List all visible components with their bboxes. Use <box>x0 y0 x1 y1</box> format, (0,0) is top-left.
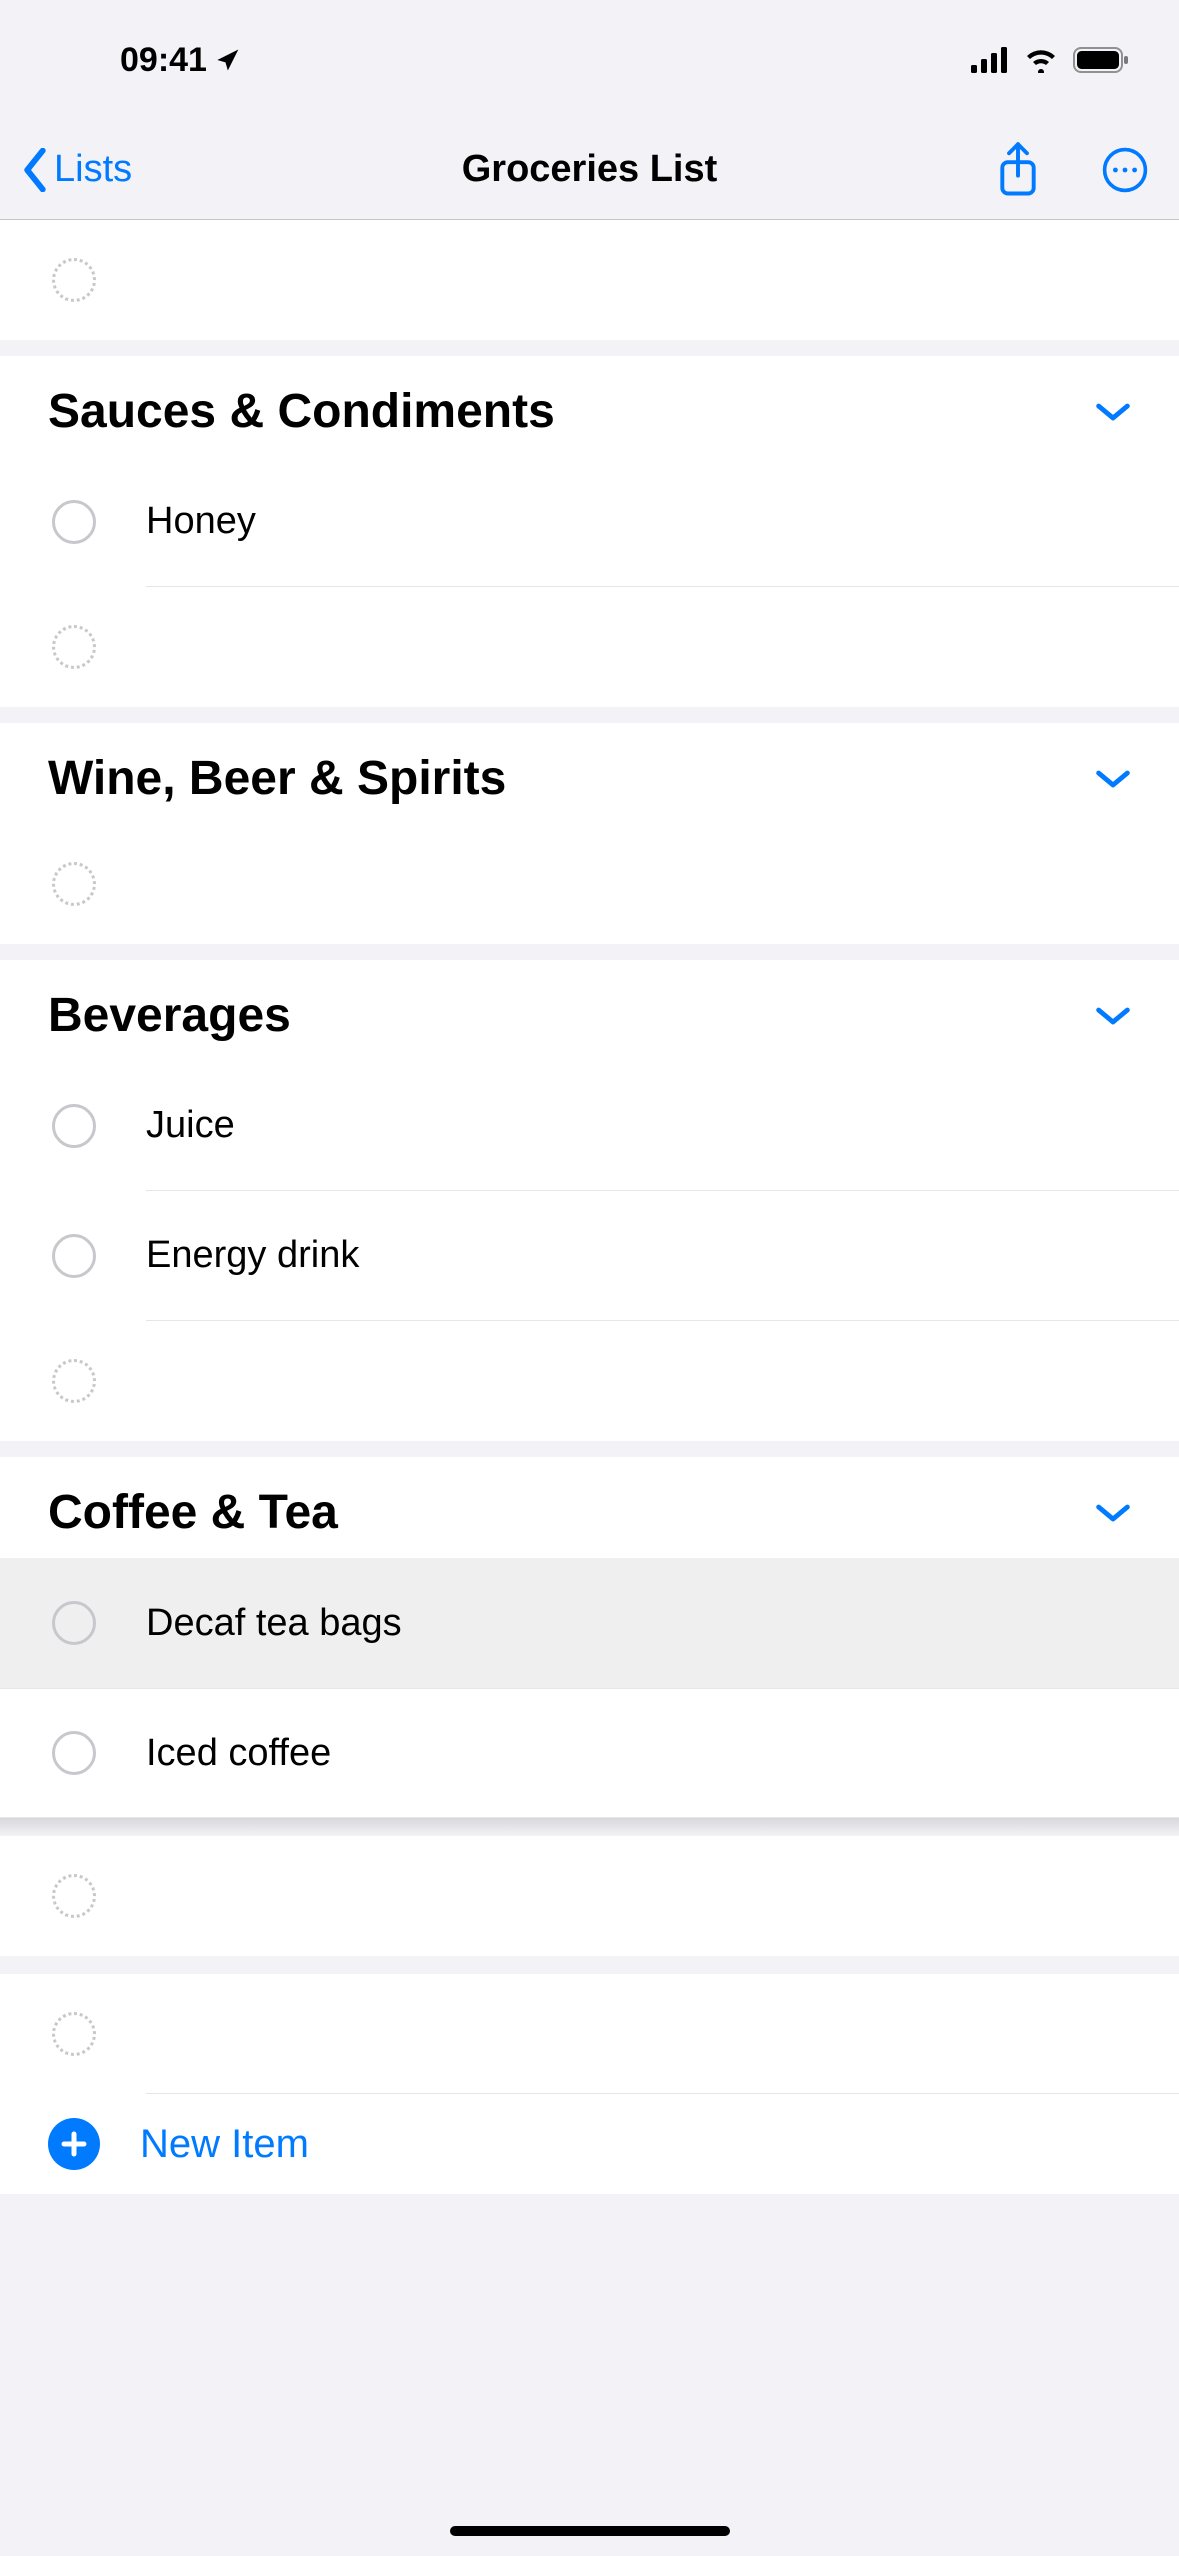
section-header[interactable]: Wine, Beer & Spirits <box>0 723 1179 824</box>
section-header[interactable]: Sauces & Condiments <box>0 356 1179 457</box>
item-text: Honey <box>146 500 1179 543</box>
checkbox-icon[interactable] <box>52 1601 96 1645</box>
new-item-placeholder[interactable] <box>0 220 1179 340</box>
wifi-icon <box>1023 47 1059 73</box>
section-wine-beer-spirits: Wine, Beer & Spirits <box>0 723 1179 944</box>
section-title: Wine, Beer & Spirits <box>48 751 506 806</box>
checkbox-icon[interactable] <box>52 500 96 544</box>
cellular-signal-icon <box>971 47 1009 73</box>
placeholder-checkbox-icon <box>52 1359 96 1403</box>
location-arrow-icon <box>215 46 243 74</box>
item-text: Iced coffee <box>146 1732 1179 1775</box>
status-time-text: 09:41 <box>120 41 207 80</box>
placeholder-checkbox-icon <box>52 625 96 669</box>
new-item-placeholder[interactable] <box>0 1836 1179 1956</box>
new-item-placeholder[interactable] <box>0 824 1179 944</box>
item-text: Decaf tea bags <box>146 1602 1179 1645</box>
new-item-placeholder[interactable] <box>0 1321 1179 1441</box>
status-icons <box>971 47 1129 73</box>
section-header[interactable]: Coffee & Tea <box>0 1457 1179 1558</box>
status-time: 09:41 <box>120 41 243 80</box>
new-item-placeholder[interactable] <box>0 1974 1179 2094</box>
checkbox-icon[interactable] <box>52 1731 96 1775</box>
new-item-button[interactable]: New Item <box>0 2094 1179 2194</box>
placeholder-checkbox-icon <box>52 862 96 906</box>
checkbox-icon[interactable] <box>52 1104 96 1148</box>
section-title: Sauces & Condiments <box>48 384 555 439</box>
back-label: Lists <box>54 148 132 191</box>
list-content: Sauces & Condiments Honey Wine, Beer & S… <box>0 220 1179 2194</box>
page-title: Groceries List <box>462 148 718 191</box>
placeholder-checkbox-icon <box>52 1874 96 1918</box>
new-item-label: New Item <box>140 2122 309 2167</box>
back-button[interactable]: Lists <box>20 148 132 192</box>
home-indicator[interactable] <box>450 2526 730 2536</box>
item-text: Juice <box>146 1104 1179 1147</box>
list-item[interactable]: Juice <box>0 1061 1179 1191</box>
list-item[interactable]: Energy drink <box>0 1191 1179 1321</box>
nav-actions <box>995 142 1149 198</box>
chevron-left-icon <box>20 148 50 192</box>
chevron-down-icon <box>1095 767 1131 791</box>
more-options-icon[interactable] <box>1101 146 1149 194</box>
section-coffee-tea: Coffee & Tea Decaf tea bags Iced coffee <box>0 1457 1179 1818</box>
placeholder-checkbox-icon <box>52 2012 96 2056</box>
partial-top-section <box>0 220 1179 340</box>
battery-icon <box>1073 47 1129 73</box>
chevron-down-icon <box>1095 400 1131 424</box>
share-icon[interactable] <box>995 142 1041 198</box>
chevron-down-icon <box>1095 1004 1131 1028</box>
navigation-bar: Lists Groceries List <box>0 120 1179 220</box>
section-title: Coffee & Tea <box>48 1485 338 1540</box>
placeholder-checkbox-icon <box>52 258 96 302</box>
placeholder-section <box>0 1836 1179 1956</box>
section-beverages: Beverages Juice Energy drink <box>0 960 1179 1441</box>
other-section: New Item <box>0 1974 1179 2194</box>
section-title: Beverages <box>48 988 291 1043</box>
new-item-placeholder[interactable] <box>0 587 1179 707</box>
section-header[interactable]: Beverages <box>0 960 1179 1061</box>
list-item[interactable]: Iced coffee <box>0 1688 1179 1818</box>
section-sauces-condiments: Sauces & Condiments Honey <box>0 356 1179 707</box>
status-bar: 09:41 <box>0 0 1179 120</box>
chevron-down-icon <box>1095 1501 1131 1525</box>
item-text: Energy drink <box>146 1234 1179 1277</box>
checkbox-icon[interactable] <box>52 1234 96 1278</box>
list-item[interactable]: Decaf tea bags <box>0 1558 1179 1688</box>
list-item[interactable]: Honey <box>0 457 1179 587</box>
plus-circle-icon <box>48 2118 100 2170</box>
